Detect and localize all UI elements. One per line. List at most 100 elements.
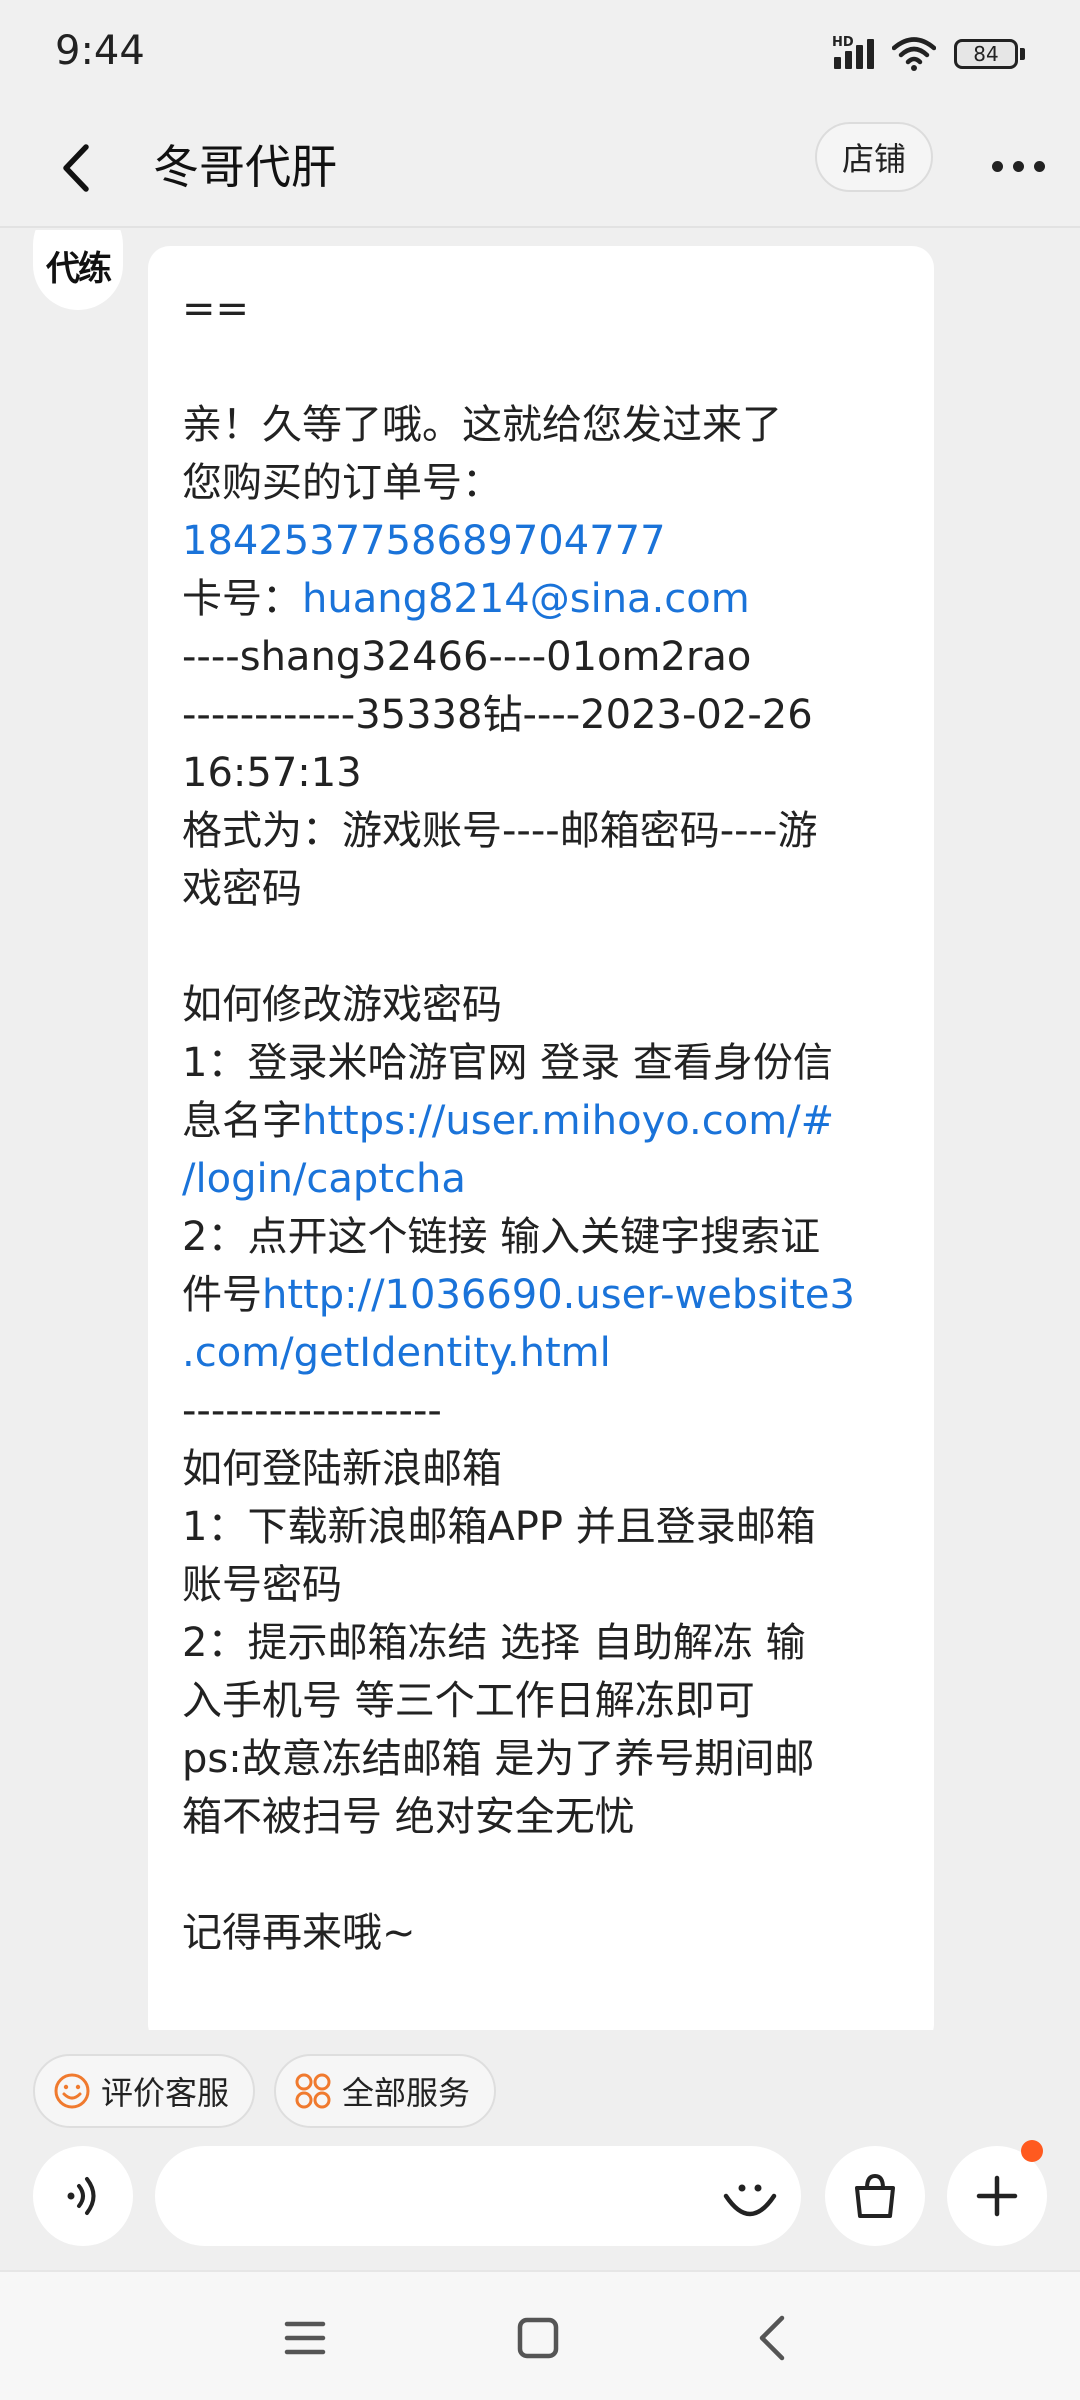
input-bar	[0, 2140, 1080, 2270]
message-link[interactable]: /login/captcha	[182, 1156, 466, 1202]
message-line: 记得再来哦~	[182, 1904, 912, 1962]
message-line-prefix: 件号	[182, 1272, 262, 1318]
message-link[interactable]: https://user.mihoyo.com/#	[302, 1098, 834, 1144]
message-input[interactable]	[155, 2146, 801, 2246]
quick-actions-bar: 评价客服 全部服务	[0, 2030, 1080, 2146]
message-link[interactable]: http://1036690.user-website3	[262, 1272, 855, 1318]
message-line-text: 亲！久等了哦。这就给您发过来了	[182, 402, 782, 448]
message-line: 入手机号 等三个工作日解冻即可	[182, 1672, 912, 1730]
message-line-text: 2：提示邮箱冻结 选择 自助解冻 输	[182, 1620, 806, 1666]
message-line: 息名字https://user.mihoyo.com/#	[182, 1092, 912, 1150]
message-line-text: ==	[182, 286, 250, 332]
message-bubble: == 亲！久等了哦。这就给您发过来了 您购买的订单号： 184253775868970…	[148, 246, 934, 2030]
message-line: ------------------	[182, 1382, 912, 1440]
message-line-prefix: 卡号：	[182, 576, 302, 622]
all-services-label: 全部服务	[342, 2074, 471, 2112]
chevron-left-icon	[63, 144, 89, 192]
message-line-text: 格式为：游戏账号----邮箱密码----游	[182, 808, 818, 854]
message-link[interactable]: 1842537758689704777	[182, 518, 666, 564]
network-type-label: HD	[832, 35, 854, 50]
home-square-icon	[517, 2317, 559, 2359]
message-line-text: 16:57:13	[182, 750, 362, 796]
cellular-signal-icon: HD	[832, 35, 874, 69]
message-line: 16:57:13	[182, 744, 912, 802]
message-line: 2：提示邮箱冻结 选择 自助解冻 输	[182, 1614, 912, 1672]
emoji-icon	[723, 2184, 777, 2217]
message-line: 1：下载新浪邮箱APP 并且登录邮箱	[182, 1498, 912, 1556]
message-line: ------------35338钻----2023-02-26	[182, 686, 912, 744]
message-line	[182, 918, 912, 976]
message-line: 卡号：huang8214@sina.com	[182, 570, 912, 628]
message-line-text: 1：登录米哈游官网 登录 查看身份信	[182, 1040, 833, 1086]
message-line: 您购买的订单号：	[182, 454, 912, 512]
message-line-text: 入手机号 等三个工作日解冻即可	[182, 1678, 755, 1724]
seller-avatar[interactable]: 代练	[33, 230, 123, 310]
message-line-text: 1：下载新浪邮箱APP 并且登录邮箱	[182, 1504, 816, 1550]
nav-back-icon	[759, 2315, 785, 2361]
battery-level: 84	[973, 42, 999, 66]
message-line: 1842537758689704777	[182, 512, 912, 570]
nav-home-button[interactable]	[508, 2308, 568, 2368]
system-nav-bar	[0, 2270, 1080, 2400]
message-line-text: 您购买的订单号：	[182, 460, 502, 506]
message-line	[182, 338, 912, 396]
message-text: == 亲！久等了哦。这就给您发过来了 您购买的订单号： 184253775868970…	[182, 280, 912, 1962]
voice-input-button[interactable]	[33, 2146, 133, 2246]
more-options-button[interactable]	[983, 136, 1053, 196]
status-icons: HD 84	[832, 34, 1025, 74]
menu-icon	[284, 2321, 326, 2355]
message-line: ps:故意冻结邮箱 是为了养号期间邮	[182, 1730, 912, 1788]
message-line: 箱不被扫号 绝对安全无忧	[182, 1788, 912, 1846]
shopping-bag-button[interactable]	[825, 2146, 925, 2246]
notification-badge	[1021, 2140, 1043, 2162]
message-line: ----shang32466----01om2rao	[182, 628, 912, 686]
message-line-text: 如何修改游戏密码	[182, 982, 502, 1028]
message-line: 亲！久等了哦。这就给您发过来了	[182, 396, 912, 454]
nav-menu-button[interactable]	[275, 2308, 335, 2368]
smiley-icon	[53, 2072, 91, 2110]
message-line: .com/getIdentity.html	[182, 1324, 912, 1382]
message-line: 账号密码	[182, 1556, 912, 1614]
message-link[interactable]: .com/getIdentity.html	[182, 1330, 611, 1376]
all-services-button[interactable]: 全部服务	[274, 2054, 497, 2128]
more-dot-icon	[1033, 160, 1045, 172]
shopping-bag-icon	[855, 2173, 895, 2218]
message-line: 如何登陆新浪邮箱	[182, 1440, 912, 1498]
message-line-text: 账号密码	[182, 1562, 342, 1608]
message-line: 2：点开这个链接 输入关键字搜索证	[182, 1208, 912, 1266]
voice-icon	[67, 2177, 96, 2215]
message-line: 如何修改游戏密码	[182, 976, 912, 1034]
message-line-text: ps:故意冻结邮箱 是为了养号期间邮	[182, 1736, 815, 1782]
message-line-text: 戏密码	[182, 866, 302, 912]
message-line	[182, 1846, 912, 1904]
back-button[interactable]	[40, 132, 110, 204]
message-line: 件号http://1036690.user-website3	[182, 1266, 912, 1324]
more-dot-icon	[991, 160, 1003, 172]
rate-service-label: 评价客服	[101, 2074, 230, 2112]
message-line-text: 2：点开这个链接 输入关键字搜索证	[182, 1214, 821, 1260]
chat-area[interactable]: 代练 == 亲！久等了哦。这就给您发过来了 您购买的订单号： 184253775868…	[0, 230, 1080, 2030]
message-line: /login/captcha	[182, 1150, 912, 1208]
message-link[interactable]: huang8214@sina.com	[302, 576, 750, 622]
nav-back-button[interactable]	[742, 2308, 802, 2368]
grid-services-icon	[294, 2072, 332, 2110]
message-line-text: 箱不被扫号 绝对安全无忧	[182, 1794, 635, 1840]
battery-icon: 84	[954, 39, 1025, 69]
plus-icon	[976, 2175, 1018, 2217]
message-line-text: ------------35338钻----2023-02-26	[182, 692, 813, 738]
chat-header: 冬哥代肝 店铺	[0, 108, 1080, 228]
message-line: 格式为：游戏账号----邮箱密码----游	[182, 802, 912, 860]
message-line: 1：登录米哈游官网 登录 查看身份信	[182, 1034, 912, 1092]
avatar-text: 代练	[46, 249, 112, 289]
message-line-text: ----shang32466----01om2rao	[182, 634, 752, 680]
rate-service-button[interactable]: 评价客服	[33, 2054, 256, 2128]
message-line-text: 如何登陆新浪邮箱	[182, 1446, 502, 1492]
shop-button[interactable]: 店铺	[815, 122, 933, 192]
message-line: ==	[182, 280, 912, 338]
more-dot-icon	[1012, 160, 1024, 172]
message-line-text: ------------------	[182, 1388, 442, 1434]
message-line: 戏密码	[182, 860, 912, 918]
message-line-text: 记得再来哦~	[182, 1910, 416, 1956]
emoji-button[interactable]	[718, 2164, 782, 2228]
status-bar: 9:44 HD 84	[0, 0, 1080, 108]
